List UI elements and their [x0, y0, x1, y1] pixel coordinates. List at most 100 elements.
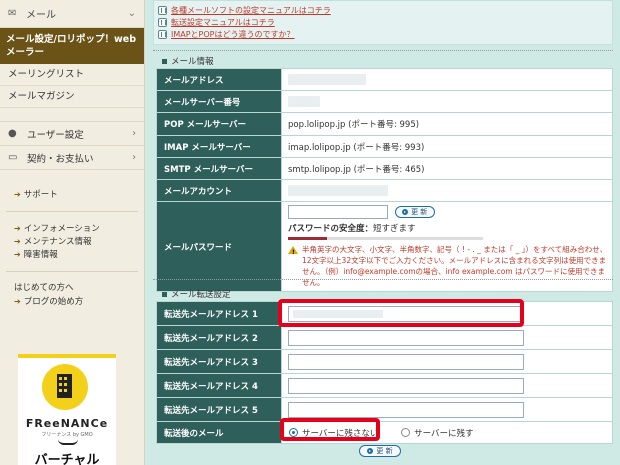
sidebar-link-information[interactable]: ➔ インフォメーション — [0, 222, 144, 235]
forward-title: メール転送設定 — [162, 288, 231, 300]
radio-unselected-icon — [401, 428, 411, 437]
link-label: 障害情報 — [23, 250, 58, 260]
sidebar-link-maintenance[interactable]: ➔ メンテナンス情報 — [0, 235, 144, 248]
link-label: メンテナンス情報 — [23, 237, 92, 247]
main-content: 各種メールソフトの設定マニュアルはコチラ 転送設定マニュアルはコチラ IMAPと… — [146, 0, 620, 465]
row-label: 転送先メールアドレス 2 — [156, 325, 282, 350]
row-value — [281, 90, 613, 113]
sidebar-item-mailing-list[interactable]: メーリングリスト — [0, 64, 144, 86]
table-row: 転送先メールアドレス 4 — [156, 373, 613, 398]
row-label: メールパスワード — [156, 201, 282, 292]
arrow-right-icon: ➔ — [14, 250, 21, 259]
row-value — [281, 325, 613, 350]
password-update-button[interactable]: 更 新 — [394, 206, 435, 218]
sidebar-item-mail-settings[interactable]: メール設定/ロリポップ！webメーラー — [0, 28, 144, 64]
play-icon — [367, 448, 374, 454]
table-row: 転送先メールアドレス 5 — [156, 397, 613, 422]
banner-logo: FReeNANCe — [25, 417, 109, 430]
masked-value — [288, 74, 366, 85]
link-label: IMAPとPOPはどう違うのですか？ — [171, 29, 295, 39]
highlight-forward-address-1 — [278, 299, 524, 327]
forward-address-3-input[interactable] — [288, 353, 524, 370]
table-row: メールアドレス — [156, 68, 613, 91]
row-value — [281, 349, 613, 374]
table-row: メールアカウント — [156, 179, 613, 202]
row-label: IMAP メールサーバー — [156, 135, 282, 158]
strength-value: 短すぎます — [373, 224, 416, 234]
warning-text: 半角英字の大文字、小文字、半角数字、記号（ ! - . _ または「 _ 」）を… — [302, 245, 608, 287]
forward-update-wrap: 更 新 — [359, 445, 401, 457]
document-icon — [158, 29, 167, 39]
help-link-mail-software[interactable]: 各種メールソフトの設定マニュアルはコチラ — [158, 4, 612, 16]
forward-address-5-input[interactable] — [288, 401, 524, 418]
divider — [153, 279, 613, 280]
sidebar-item-mail-magazine[interactable]: メールマガジン — [0, 86, 144, 108]
masked-value — [288, 185, 388, 196]
sidebar-item-billing[interactable]: ▭ 契約・お支払い › — [0, 146, 144, 170]
link-label: 各種メールソフトの設定マニュアルはコチラ — [171, 5, 331, 15]
square-bullet-icon — [162, 58, 167, 64]
sidebar-item-label: ユーザー設定 — [27, 129, 84, 141]
radio-label: サーバーに残す — [414, 428, 474, 439]
mail-icon: ✉ — [8, 8, 17, 19]
row-label: SMTP メールサーバー — [156, 157, 282, 180]
forward-address-2-input[interactable] — [288, 329, 524, 346]
play-icon — [402, 209, 409, 215]
chevron-down-icon: ⌄ — [127, 8, 136, 19]
row-label: 転送先メールアドレス 5 — [156, 397, 282, 422]
banner-sub: フリーナンス by GMO — [41, 432, 93, 438]
help-link-forward-manual[interactable]: 転送設定マニュアルはコチラ — [158, 16, 612, 28]
sidebar-link-support[interactable]: ➔ サポート — [0, 188, 144, 201]
table-row: 転送後のメール サーバーに残さない サーバーに残す — [156, 421, 613, 444]
strength-bar-fill — [288, 237, 327, 240]
strength-bar — [288, 237, 483, 240]
arrow-right-icon: ➔ — [14, 237, 21, 246]
sidebar-header-mail[interactable]: ✉ メール ⌄ — [0, 0, 144, 28]
button-label: 更 新 — [376, 447, 393, 455]
document-icon — [158, 5, 167, 15]
radio-keep[interactable]: サーバーに残す — [401, 427, 474, 439]
link-label: ブログの始め方 — [23, 297, 84, 307]
section-label: メール転送設定 — [171, 290, 231, 300]
chevron-right-icon: › — [132, 152, 136, 163]
mail-info-title: メール情報 — [162, 55, 214, 67]
row-value: 更 新 パスワードの安全度：短すぎます ! 半角英字の大文字、小文字、半角数字、記… — [281, 201, 613, 292]
banner-text: バーチャル — [34, 453, 100, 465]
link-label: インフォメーション — [23, 224, 100, 234]
warning-icon: ! — [288, 246, 298, 256]
help-links-panel: 各種メールソフトの設定マニュアルはコチラ 転送設定マニュアルはコチラ IMAPと… — [153, 0, 613, 45]
row-value — [281, 373, 613, 398]
table-row: メールパスワード 更 新 パスワードの安全度：短すぎます ! 半角英字の大文字、小… — [156, 201, 613, 292]
row-label: 転送先メールアドレス 1 — [156, 301, 282, 326]
table-row: メールサーバー番号 — [156, 90, 613, 113]
password-warning: ! 半角英字の大文字、小文字、半角数字、記号（ ! - . _ または「 _ 」）… — [288, 244, 608, 288]
help-link-imap-pop[interactable]: IMAPとPOPはどう違うのですか？ — [158, 28, 612, 40]
row-label: メールアカウント — [156, 179, 282, 202]
sidebar: ✉ メール ⌄ メール設定/ロリポップ！webメーラー メーリングリスト メール… — [0, 0, 145, 465]
row-label: メールサーバー番号 — [156, 90, 282, 113]
document-icon — [158, 17, 167, 27]
highlight-keep-not-option — [280, 418, 380, 441]
chevron-right-icon: › — [132, 128, 136, 139]
row-label: 転送後のメール — [156, 421, 282, 444]
forward-update-button[interactable]: 更 新 — [359, 445, 401, 457]
forward-address-4-input[interactable] — [288, 377, 524, 394]
square-bullet-icon — [162, 291, 167, 297]
arrow-right-icon: ➔ — [14, 224, 21, 233]
sidebar-beginner-title: はじめての方へ — [14, 283, 74, 293]
user-icon: ● — [8, 128, 17, 139]
table-row: IMAP メールサーバー imap.lolipop.jp (ポート番号: 993… — [156, 135, 613, 158]
arrow-right-icon: ➔ — [14, 297, 21, 306]
freenance-banner[interactable]: FReeNANCe フリーナンス by GMO バーチャル — [18, 354, 116, 465]
password-input[interactable] — [288, 205, 388, 219]
table-row: POP メールサーバー pop.lolipop.jp (ポート番号: 995) — [156, 112, 613, 136]
sidebar-link-blog-guide[interactable]: ➔ ブログの始め方 — [0, 295, 144, 308]
mail-info-table: メールアドレス メールサーバー番号 POP メールサーバー pop.lolipo… — [156, 68, 613, 292]
sidebar-divider — [6, 271, 138, 272]
sidebar-item-user-settings[interactable]: ● ユーザー設定 › — [0, 122, 144, 146]
sidebar-link-failure[interactable]: ➔ 障害情報 — [0, 248, 144, 261]
row-label: 転送先メールアドレス 4 — [156, 373, 282, 398]
sidebar-gap — [0, 108, 144, 122]
card-icon: ▭ — [8, 152, 18, 163]
row-label: メールアドレス — [156, 68, 282, 91]
